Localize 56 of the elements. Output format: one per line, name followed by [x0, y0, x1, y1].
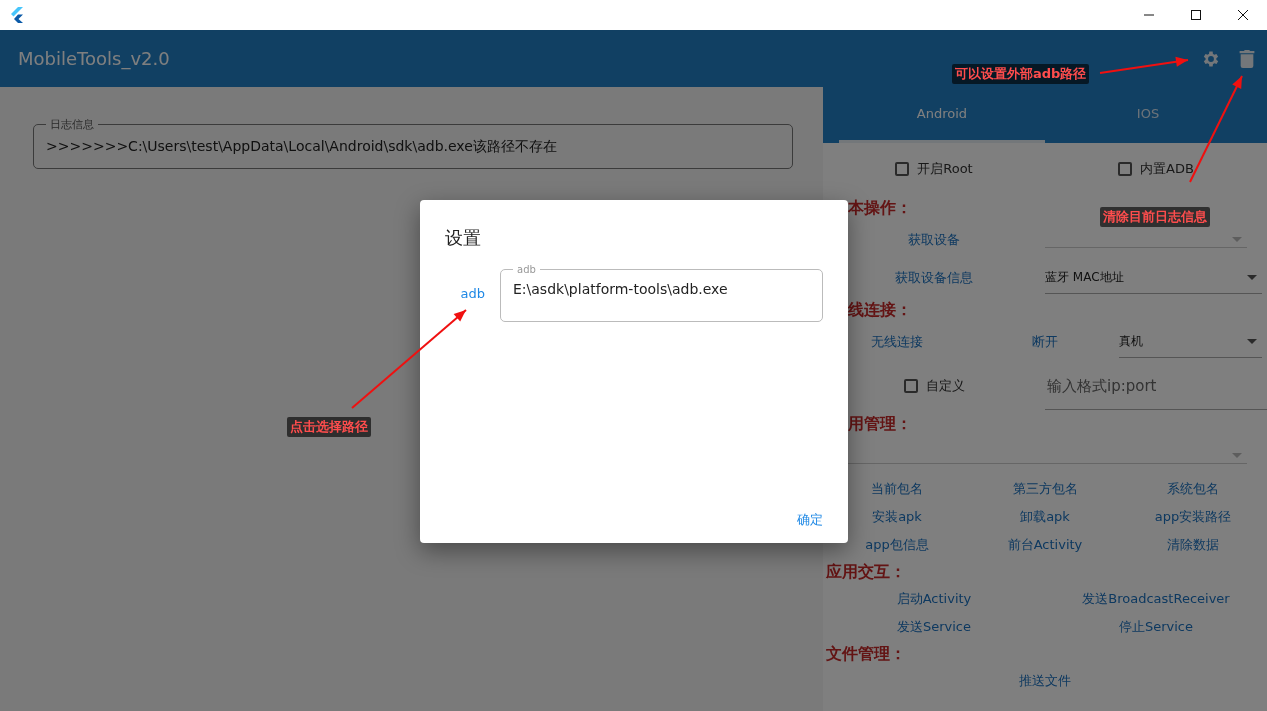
- action-link[interactable]: 断开: [1032, 333, 1058, 351]
- close-icon[interactable]: [1237, 9, 1249, 21]
- field-label: adb: [516, 264, 537, 275]
- checkbox[interactable]: [895, 162, 910, 176]
- action-link[interactable]: 发送Service: [896, 618, 971, 636]
- checkbox-label: 内置ADB: [1140, 160, 1194, 178]
- action-link[interactable]: 获取设备信息: [895, 269, 973, 287]
- app-logo-icon: [11, 7, 23, 23]
- action-link[interactable]: 第三方包名: [1012, 480, 1078, 498]
- annotation-text: 可以设置外部adb路径: [952, 64, 1090, 84]
- checkbox[interactable]: [903, 379, 918, 393]
- action-link[interactable]: 无线连接: [871, 333, 923, 351]
- action-link[interactable]: 发送BroadcastReceiver: [1082, 590, 1230, 608]
- action-link[interactable]: 停止Service: [1118, 618, 1193, 636]
- checkbox[interactable]: [1118, 162, 1133, 176]
- dropdown-value: 蓝牙 MAC地址: [1045, 269, 1125, 286]
- section-heading: 本操作：: [847, 197, 912, 219]
- dialog-title: 设置: [445, 226, 482, 250]
- log-text: >>>>>>>C:\Users\test\AppData\Local\Android\sdk\adb.exe该路径不存在: [46, 138, 557, 154]
- action-link[interactable]: 启动Activity: [896, 590, 972, 608]
- action-link[interactable]: 安装apk: [872, 508, 922, 526]
- path-field[interactable]: adb E:\asdk\platform-tools\adb.exe: [500, 264, 823, 322]
- tab[interactable]: IOS: [1045, 87, 1251, 143]
- address-input[interactable]: 输入格式ip:port: [1045, 362, 1267, 410]
- action-link[interactable]: 获取设备: [908, 231, 960, 249]
- tab[interactable]: Android: [839, 87, 1045, 143]
- action-link[interactable]: 前台Activity: [1007, 536, 1083, 554]
- action-link[interactable]: 系统包名: [1167, 480, 1219, 498]
- choose-path-link[interactable]: adb: [445, 285, 485, 301]
- dropdown[interactable]: 真机: [1119, 326, 1262, 358]
- action-link[interactable]: app安装路径: [1154, 508, 1232, 526]
- trash-icon[interactable]: [1239, 49, 1255, 68]
- action-link[interactable]: 卸载apk: [1020, 508, 1070, 526]
- action-link[interactable]: app包信息: [865, 536, 929, 554]
- dropdown[interactable]: 蓝牙 MAC地址: [1045, 262, 1262, 294]
- section-heading: 文件管理：: [825, 643, 906, 665]
- checkbox-label: 自定义: [925, 377, 965, 395]
- caret-icon: [1247, 275, 1257, 280]
- section-heading: 线连接：: [847, 299, 912, 321]
- caret-icon: [1247, 339, 1257, 344]
- checkbox-label: 开启Root: [917, 160, 973, 178]
- action-link[interactable]: 当前包名: [871, 480, 923, 498]
- dropdown-value: 真机: [1119, 333, 1144, 350]
- app-title: MobileTools_v2.0: [18, 48, 170, 69]
- log-label: 日志信息: [49, 117, 95, 132]
- annotation-text: 点击选择路径: [287, 417, 371, 437]
- maximize-icon[interactable]: [1190, 9, 1202, 21]
- action-link[interactable]: 清除数据: [1167, 536, 1219, 554]
- annotation-text: 清除目前日志信息: [1100, 207, 1210, 227]
- section-heading: 用管理：: [847, 413, 912, 435]
- caret-icon: [1232, 453, 1242, 458]
- caret-icon: [1232, 237, 1242, 242]
- action-link[interactable]: 推送文件: [1019, 672, 1071, 690]
- section-heading: 应用交互：: [825, 561, 906, 583]
- path-input[interactable]: E:\asdk\platform-tools\adb.exe: [513, 275, 810, 297]
- confirm-button[interactable]: 确定: [797, 507, 823, 533]
